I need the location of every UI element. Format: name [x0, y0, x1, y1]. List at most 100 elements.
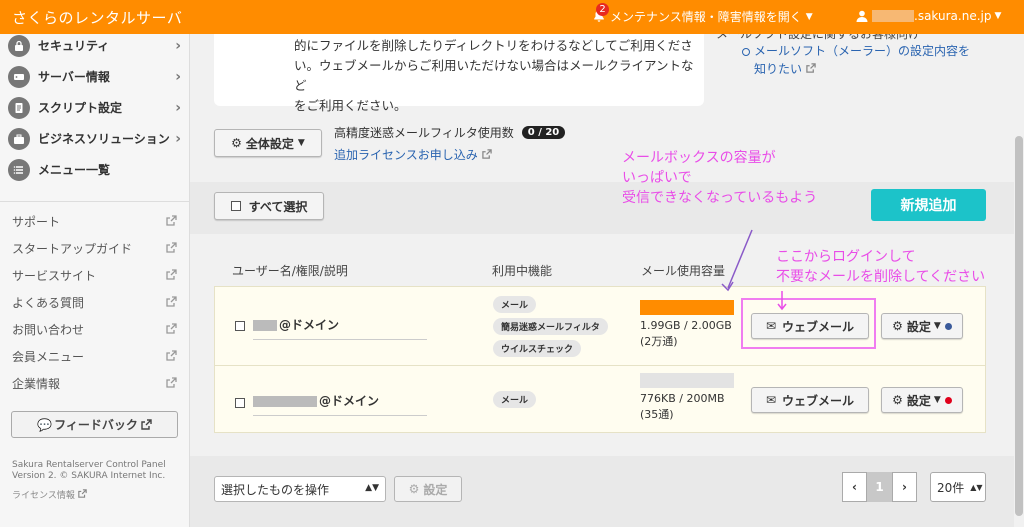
global-settings-label: 全体設定	[245, 136, 294, 151]
sidebar-link[interactable]: お問い合わせ	[0, 316, 189, 343]
sidebar-link-label: お問い合わせ	[12, 323, 85, 337]
envelope-icon: ✉	[765, 393, 777, 407]
mail-settings-link-cont[interactable]: 知りたい	[716, 60, 1006, 78]
sidebar-item-lock[interactable]: セキュリティ ›	[0, 30, 189, 61]
row-settings-button[interactable]: ⚙ 設定 ▼	[881, 313, 963, 339]
sidebar-link-label: サポート	[12, 215, 61, 229]
sidebar-link[interactable]: サービスサイト	[0, 262, 189, 289]
bulk-action-select[interactable]: 選択したものを操作 ▲▼	[214, 476, 386, 502]
sidebar-item-document[interactable]: スクリプト設定 ›	[0, 92, 189, 123]
add-license-link[interactable]: 追加ライセンスお申し込み	[334, 146, 492, 163]
masked-username	[253, 320, 277, 331]
select-arrows-icon: ▲▼	[365, 483, 379, 493]
sidebar-nav: セキュリティ › サーバー情報 › スクリプト設定 › ビジネスソリューション › メニュー一覧	[0, 30, 189, 185]
sidebar-item-label: スクリプト設定	[38, 101, 123, 115]
chevron-right-icon: ›	[175, 99, 181, 116]
chevron-down-icon: ▼	[933, 395, 941, 405]
annotation-capacity-full: メールボックスの容量が いっぱいで 受信できなくなっているもよう	[622, 148, 817, 208]
sidebar-link-label: サービスサイト	[12, 269, 97, 283]
feature-tag: 簡易迷惑メールフィルタ	[493, 318, 608, 335]
selection-toolbar: すべて選択 新規追加	[190, 182, 1014, 234]
info-text: 的にファイルを削除したりディレクトリをわけるなどしてご利用くださ い。ウェブメー…	[294, 36, 694, 116]
annotation-highlight-box	[741, 298, 876, 349]
bell-icon[interactable]: 2	[592, 2, 609, 25]
feedback-button[interactable]: 💬 フィードバック	[11, 411, 178, 438]
brand-title[interactable]: さくらのレンタルサーバ	[0, 7, 460, 28]
status-dot	[944, 396, 952, 404]
select-all-button[interactable]: すべて選択	[214, 192, 324, 220]
next-page-button[interactable]: ›	[892, 472, 917, 502]
sidebar-link[interactable]: 企業情報	[0, 370, 189, 397]
copyright: Sakura Rentalserver Control Panel Versio…	[0, 460, 189, 482]
sidebar-link[interactable]: よくある質問	[0, 289, 189, 316]
bulk-action-bar: 選択したものを操作 ▲▼ ⚙ 設定 ‹ 1 › 20件 ▲▼	[190, 456, 1014, 527]
mail-settings-link-text: メールソフト（メーラー）の設定内容を	[754, 44, 971, 58]
account-menu[interactable]: .sakura.ne.jp ▼	[856, 9, 1001, 23]
feedback-label: フィードバック	[54, 418, 138, 432]
webmail-label: ウェブメール	[782, 393, 855, 408]
chevron-right-icon: ›	[175, 37, 181, 54]
sidebar-item-list[interactable]: メニュー一覧	[0, 154, 189, 185]
gear-icon: ⚙	[892, 393, 903, 407]
global-settings-button[interactable]: ⚙ 全体設定 ▼	[214, 129, 322, 157]
sidebar-item-label: メニュー一覧	[38, 163, 111, 177]
sidebar-item-server[interactable]: サーバー情報 ›	[0, 61, 189, 92]
copyright-line: Version 2. © SAKURA Internet Inc.	[12, 471, 166, 481]
chevron-down-icon: ▼	[805, 11, 813, 22]
row-settings-button[interactable]: ⚙ 設定 ▼	[881, 387, 963, 413]
new-mail-address-button[interactable]: 新規追加	[871, 189, 986, 221]
settings-label: 設定	[906, 393, 931, 408]
gear-icon: ⚙	[892, 319, 903, 333]
sidebar-item-briefcase[interactable]: ビジネスソリューション ›	[0, 123, 189, 154]
mail-settings-link-text: 知りたい	[754, 62, 803, 76]
col-header-features: 利用中機能	[492, 264, 553, 278]
external-link-icon	[166, 377, 177, 388]
usage-bar	[640, 300, 734, 315]
user-icon	[856, 10, 868, 22]
chevron-right-icon: ›	[175, 68, 181, 85]
chat-icon: 💬	[37, 417, 53, 432]
usage-text: 776KB / 200MB (35通)	[640, 391, 725, 423]
external-link-icon	[166, 323, 177, 334]
usage-amount: 1.99GB / 2.00GB	[640, 319, 732, 332]
usage-text: 1.99GB / 2.00GB (2万通)	[640, 318, 732, 350]
notification-badge: 2	[596, 2, 609, 16]
server-icon	[8, 65, 30, 88]
prev-page-button[interactable]: ‹	[842, 472, 867, 502]
annotation-login-delete: ここからログインして 不要なメールを削除してください	[776, 247, 985, 287]
external-link-icon	[166, 242, 177, 253]
external-link-icon	[481, 149, 492, 159]
sidebar-link[interactable]: スタートアップガイド	[0, 235, 189, 262]
usage-amount: 776KB / 200MB	[640, 392, 725, 405]
license-link[interactable]: ライセンス情報	[0, 488, 189, 501]
per-page-select[interactable]: 20件 ▲▼	[930, 472, 986, 502]
col-header-usage: メール使用容量	[641, 264, 726, 278]
bulk-settings-button[interactable]: ⚙ 設定	[394, 476, 462, 502]
status-dot	[944, 322, 952, 330]
col-header-user: ユーザー名/権限/説明	[232, 264, 348, 278]
sidebar-link-label: 企業情報	[12, 377, 61, 391]
scrollbar-thumb[interactable]	[1015, 136, 1023, 516]
row-checkbox[interactable]	[235, 398, 245, 408]
sidebar-link[interactable]: 会員メニュー	[0, 343, 189, 370]
mail-settings-link[interactable]: メールソフト（メーラー）の設定内容を	[716, 42, 1006, 60]
current-page[interactable]: 1	[867, 472, 892, 502]
webmail-button[interactable]: ✉ ウェブメール	[751, 387, 869, 413]
mail-count: (2万通)	[640, 335, 678, 348]
row-checkbox[interactable]	[235, 321, 245, 331]
info-panel: 的にファイルを削除したりディレクトリをわけるなどしてご利用くださ い。ウェブメー…	[214, 34, 704, 113]
sidebar-link-label: 会員メニュー	[12, 350, 85, 364]
table-row: @ドメイン メール 776KB / 200MB (35通) ✉ ウェブメール ⚙…	[214, 365, 986, 433]
maintenance-menu[interactable]: 2 メンテナンス情報・障害情報を開く ▼	[592, 2, 813, 25]
bulk-settings-label: 設定	[423, 482, 448, 497]
external-link-icon	[806, 63, 816, 73]
sidebar-link[interactable]: サポート	[0, 208, 189, 235]
external-link-icon	[77, 489, 87, 498]
chevron-down-icon: ▼	[994, 11, 1002, 21]
feature-tag: メール	[493, 391, 537, 408]
sidebar-links: サポートスタートアップガイド サービスサイトよくある質問お問い合わせ 会員メニュー企…	[0, 201, 189, 397]
info-line: 的にファイルを削除したりディレクトリをわけるなどしてご利用くださ	[294, 38, 693, 53]
annotation-line: いっぱいで	[622, 170, 692, 186]
sidebar-link-label: スタートアップガイド	[12, 242, 133, 256]
sidebar-item-label: ビジネスソリューション	[38, 132, 170, 146]
